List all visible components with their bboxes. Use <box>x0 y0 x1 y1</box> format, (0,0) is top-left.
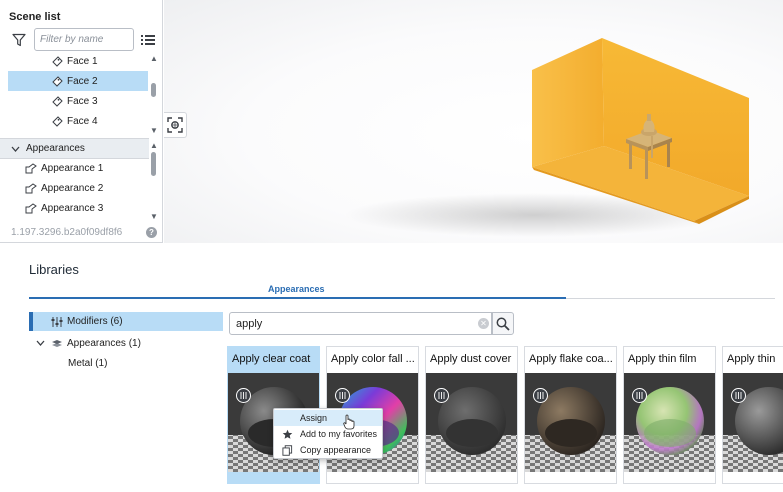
version-label: 1.197.3296.b2a0f09df8f6 <box>11 227 123 238</box>
modifier-badge-icon <box>632 388 647 403</box>
appearance-icon <box>25 182 37 193</box>
3d-viewport[interactable] <box>164 0 783 243</box>
face-label: Face 1 <box>67 55 98 67</box>
tree-item-appearance-2[interactable]: Appearance 2 <box>25 178 103 198</box>
tree-item-appearance-1[interactable]: Appearance 1 <box>25 158 103 178</box>
tree-item-modifiers[interactable]: Modifiers (6) <box>29 312 223 331</box>
appearance-card-apply-thin[interactable]: Apply thin <box>722 346 783 484</box>
appearance-icon <box>25 162 37 173</box>
scene-list-panel: Scene list Face 1 Face 2 Face 3 Face 4 ▲… <box>0 0 163 243</box>
filter-by-name-input[interactable] <box>34 28 134 51</box>
active-tab-indicator <box>29 297 566 299</box>
modifier-badge-icon <box>533 388 548 403</box>
face-label: Face 3 <box>67 95 98 107</box>
appearances-tree-label: Appearances (1) <box>67 337 141 349</box>
zoom-to-fit-button[interactable] <box>164 112 187 138</box>
list-view-icon[interactable] <box>141 33 155 47</box>
card-title: Apply flake coa... <box>529 353 613 365</box>
appearance-label: Appearance 1 <box>41 162 104 174</box>
tree-item-face-2[interactable]: Face 2 <box>8 71 148 91</box>
face-icon <box>52 55 63 67</box>
scene-list-title: Scene list <box>9 11 61 23</box>
appearance-label: Appearance 2 <box>41 182 104 194</box>
star-icon <box>282 429 293 439</box>
face-icon <box>52 75 63 87</box>
face-icon <box>52 115 63 127</box>
filter-icon[interactable] <box>12 33 26 47</box>
tree-item-face-3[interactable]: Face 3 <box>52 91 98 111</box>
appearance-label: Appearance 3 <box>41 202 104 214</box>
zoom-to-fit-icon <box>167 117 183 133</box>
appearances-section-header[interactable]: Appearances <box>0 138 149 159</box>
card-thumbnail <box>723 373 783 472</box>
appearance-library-icon <box>52 340 62 347</box>
menu-item-label: Assign <box>300 413 328 423</box>
tree-item-face-1[interactable]: Face 1 <box>52 51 98 71</box>
appearances-scrollbar-thumb[interactable] <box>151 152 156 176</box>
appearances-header-label: Appearances <box>26 143 85 154</box>
faces-scrollbar-thumb[interactable] <box>151 83 156 97</box>
room-model-render <box>344 38 749 237</box>
card-title: Apply clear coat <box>232 353 311 365</box>
tab-appearances[interactable]: Appearances <box>268 284 325 294</box>
appearance-card-apply-flake-coat[interactable]: Apply flake coa... <box>524 346 617 484</box>
copy-icon <box>282 445 293 456</box>
tree-item-appearance-3[interactable]: Appearance 3 <box>25 198 103 218</box>
menu-item-label: Copy appearance <box>300 445 372 455</box>
modifiers-icon <box>51 316 63 327</box>
tree-item-metal[interactable]: Metal (1) <box>68 358 107 369</box>
libraries-title: Libraries <box>29 262 79 277</box>
scroll-up-arrow-icon[interactable]: ▲ <box>149 141 159 150</box>
appearance-icon <box>25 202 37 213</box>
menu-item-copy-appearance[interactable]: Copy appearance <box>274 442 382 458</box>
card-title: Apply thin <box>727 353 776 365</box>
face-label: Face 4 <box>67 115 98 127</box>
library-search-input[interactable] <box>229 312 492 335</box>
card-context-menu: Assign Add to my favorites Copy appearan… <box>273 408 383 459</box>
search-icon <box>496 317 510 331</box>
menu-item-assign[interactable]: Assign <box>274 410 382 426</box>
hand-cursor-icon <box>343 414 355 430</box>
modifier-badge-icon <box>731 388 746 403</box>
menu-item-add-to-favorites[interactable]: Add to my favorites <box>274 426 382 442</box>
scroll-up-arrow-icon[interactable]: ▲ <box>149 54 159 63</box>
chevron-down-icon[interactable] <box>36 339 45 347</box>
chevron-down-icon <box>11 146 20 152</box>
tree-item-face-4[interactable]: Face 4 <box>52 111 98 131</box>
menu-item-label: Add to my favorites <box>300 429 378 439</box>
help-icon[interactable]: ? <box>146 227 157 238</box>
clear-search-icon[interactable]: ✕ <box>478 318 489 329</box>
tree-item-appearances[interactable]: Appearances (1) <box>36 335 141 351</box>
modifiers-label: Modifiers (6) <box>67 316 123 327</box>
modifier-badge-icon <box>434 388 449 403</box>
face-label: Face 2 <box>67 75 98 87</box>
appearance-card-apply-dust-cover[interactable]: Apply dust cover <box>425 346 518 484</box>
card-title: Apply dust cover <box>430 353 512 365</box>
modifier-badge-icon <box>236 388 251 403</box>
card-title: Apply color fall ... <box>331 353 415 365</box>
scroll-down-arrow-icon[interactable]: ▼ <box>149 126 159 135</box>
scroll-down-arrow-icon[interactable]: ▼ <box>149 212 159 221</box>
modifier-badge-icon <box>335 388 350 403</box>
face-icon <box>52 95 63 107</box>
card-title: Apply thin film <box>628 353 697 365</box>
search-button[interactable] <box>492 312 514 335</box>
appearance-card-apply-thin-film[interactable]: Apply thin film <box>623 346 716 484</box>
